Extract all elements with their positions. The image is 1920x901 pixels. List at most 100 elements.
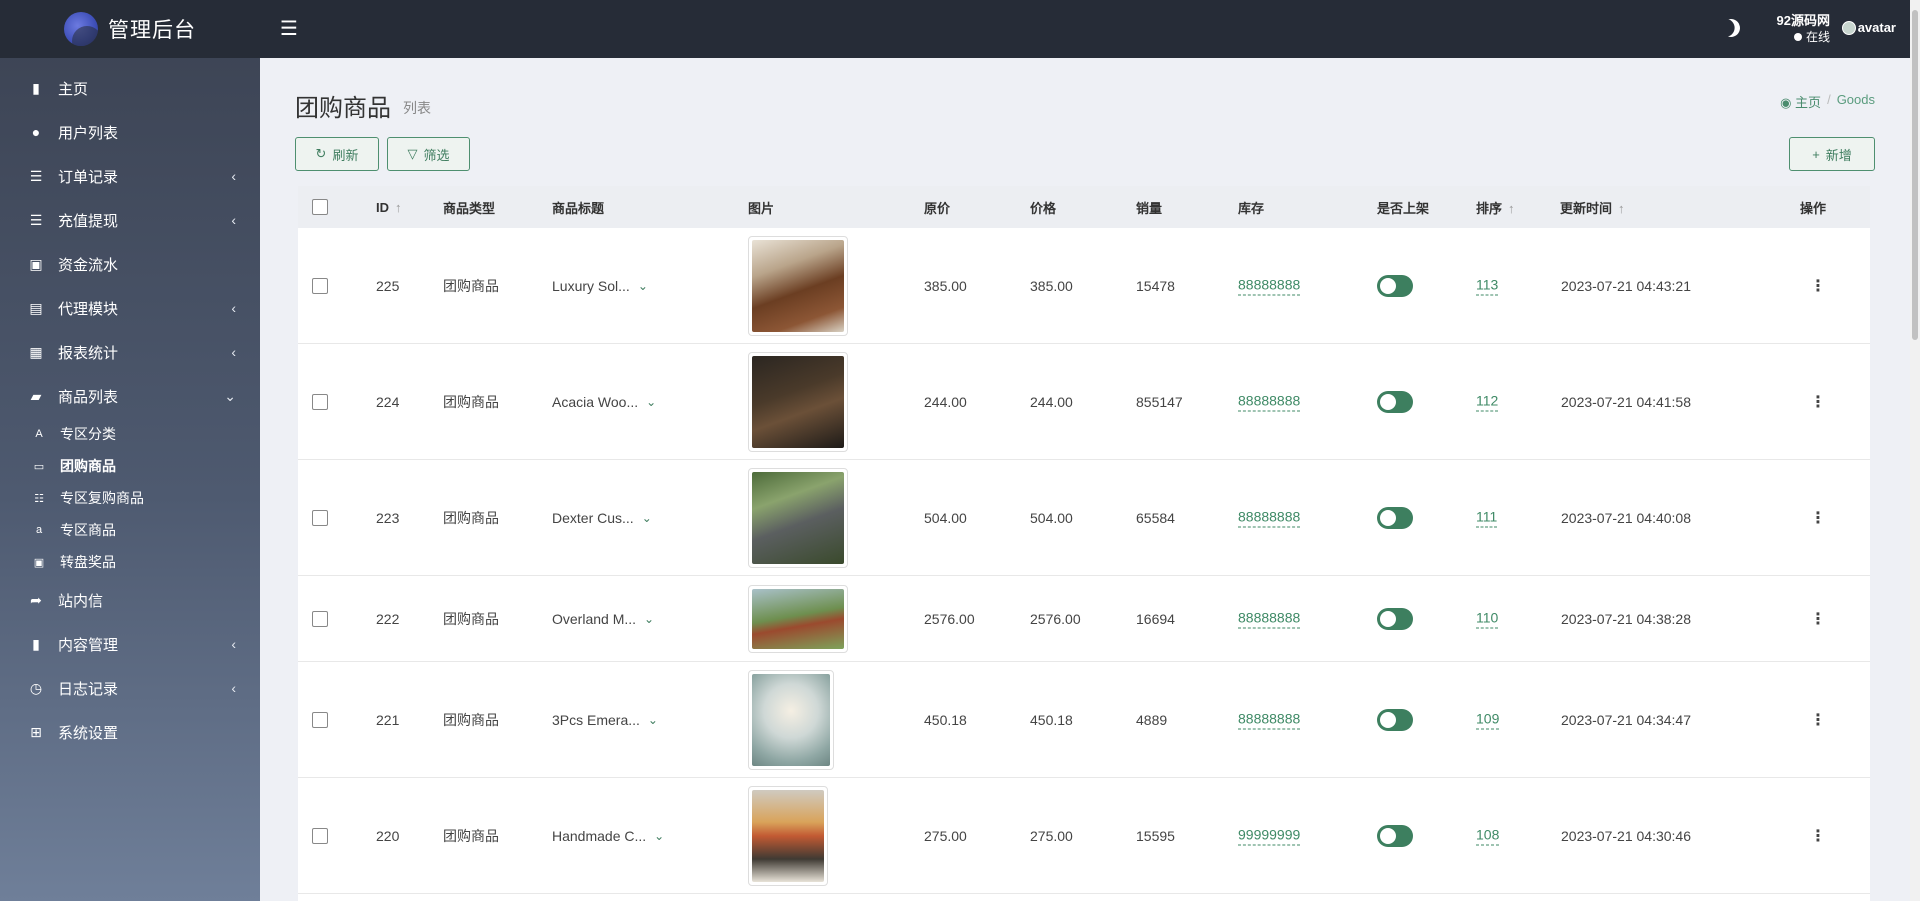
sidebar-item-orders[interactable]: ☰ 订单记录 ‹	[0, 154, 260, 198]
cell-stock[interactable]: 88888888	[1238, 508, 1301, 527]
cell-original-price: 275.00	[924, 827, 967, 844]
chevron-double-down-icon[interactable]: ⌄	[654, 829, 664, 843]
cell-image[interactable]	[748, 785, 828, 886]
sidebar-item-agent[interactable]: ▤ 代理模块 ‹	[0, 286, 260, 330]
row-checkbox[interactable]	[312, 277, 328, 294]
add-button[interactable]: + 新增	[1789, 137, 1875, 171]
cell-image[interactable]	[748, 669, 834, 770]
on-shelf-toggle[interactable]	[1377, 506, 1413, 529]
sidebar-subitem-zone-repurchase[interactable]: ☷ 专区复购商品	[0, 482, 260, 514]
sidebar-subitem-zone-category[interactable]: A 专区分类	[0, 418, 260, 450]
on-shelf-toggle[interactable]	[1377, 824, 1413, 847]
sidebar-subitem-wheel-prizes[interactable]: ▣ 转盘奖品	[0, 546, 260, 578]
cell-image[interactable]	[748, 467, 848, 568]
sidebar-subitem-zone-goods[interactable]: a 专区商品	[0, 514, 260, 546]
select-all-checkbox[interactable]	[312, 199, 328, 215]
cell-image[interactable]	[748, 351, 848, 452]
chevron-left-icon: ‹	[231, 680, 236, 696]
cell-title[interactable]: 3Pcs Emera... ⌄	[552, 712, 658, 728]
cell-title[interactable]: Acacia Woo... ⌄	[552, 394, 656, 410]
sidebar-item-users[interactable]: ● 用户列表	[0, 110, 260, 154]
header-id[interactable]: ID ↑	[376, 200, 402, 215]
cell-title[interactable]: Overland M... ⌄	[552, 611, 654, 627]
on-shelf-toggle[interactable]	[1377, 708, 1413, 731]
cell-sort[interactable]: 110	[1476, 609, 1499, 628]
filter-button[interactable]: ▽ 筛选	[387, 137, 470, 171]
brand[interactable]: 管理后台	[0, 0, 260, 58]
header-updated[interactable]: 更新时间 ↑	[1560, 198, 1625, 217]
cell-sort[interactable]: 113	[1476, 276, 1499, 295]
more-actions-icon[interactable]: ⋮	[1810, 392, 1826, 412]
breadcrumb-home[interactable]: ◉ 主页	[1780, 92, 1821, 111]
sidebar-item-goods[interactable]: ▰ 商品列表 ⌄	[0, 374, 260, 418]
cell-type: 团购商品	[443, 827, 499, 844]
clock-icon: ◷	[29, 679, 43, 696]
avatar[interactable]: avatar	[1841, 20, 1896, 35]
cell-id: 225	[376, 277, 400, 294]
topbar: ☰ 92源码网 在线 avatar	[260, 0, 1920, 901]
sidebar-item-messages[interactable]: ➦ 站内信	[0, 578, 260, 622]
cell-title[interactable]: Handmade C... ⌄	[552, 828, 664, 844]
on-shelf-toggle[interactable]	[1377, 607, 1413, 630]
sidebar-item-recharge[interactable]: ☰ 充值提现 ‹	[0, 198, 260, 242]
chevron-double-down-icon[interactable]: ⌄	[642, 511, 652, 525]
on-shelf-toggle[interactable]	[1377, 390, 1413, 413]
chevron-double-down-icon[interactable]: ⌄	[644, 612, 654, 626]
sidebar-subitem-group-goods[interactable]: ▭ 团购商品	[0, 450, 260, 482]
cell-stock[interactable]: 88888888	[1238, 392, 1301, 411]
sidebar-item-reports[interactable]: ▦ 报表统计 ‹	[0, 330, 260, 374]
more-actions-icon[interactable]: ⋮	[1810, 508, 1826, 528]
font-icon: A	[35, 428, 43, 440]
page-scrollbar[interactable]	[1910, 0, 1920, 901]
more-actions-icon[interactable]: ⋮	[1810, 276, 1826, 296]
money-icon: ▣	[33, 556, 45, 569]
sidebar-item-settings[interactable]: ⊞ 系统设置	[0, 710, 260, 754]
sidebar-item-logs[interactable]: ◷ 日志记录 ‹	[0, 666, 260, 710]
user-info[interactable]: 92源码网 在线	[1777, 12, 1830, 46]
cell-sort[interactable]: 108	[1476, 826, 1500, 845]
cell-id: 223	[376, 509, 400, 526]
more-actions-icon[interactable]: ⋮	[1810, 609, 1826, 629]
header-sort[interactable]: 排序 ↑	[1476, 198, 1515, 217]
cell-title[interactable]: Dexter Cus... ⌄	[552, 510, 652, 526]
header-stock: 库存	[1238, 200, 1265, 216]
refresh-button[interactable]: ↻ 刷新	[295, 137, 379, 171]
header-sales: 销量	[1136, 200, 1163, 216]
cell-stock[interactable]: 88888888	[1238, 710, 1301, 729]
cell-price: 2576.00	[1030, 610, 1081, 627]
row-checkbox[interactable]	[312, 610, 328, 627]
cell-title[interactable]: Luxury Sol... ⌄	[552, 278, 648, 294]
sidebar-item-funds[interactable]: ▣ 资金流水	[0, 242, 260, 286]
cell-sort[interactable]: 111	[1476, 508, 1498, 527]
cell-stock[interactable]: 88888888	[1238, 609, 1301, 628]
on-shelf-toggle[interactable]	[1377, 274, 1413, 297]
cell-stock[interactable]: 88888888	[1238, 276, 1301, 295]
cell-sort[interactable]: 112	[1476, 392, 1499, 411]
hamburger-menu-icon[interactable]: ☰	[280, 16, 298, 41]
cell-image[interactable]	[748, 235, 848, 336]
cell-sort[interactable]: 109	[1476, 710, 1500, 729]
table-row: 222 团购商品 Overland M... ⌄ 2576.00 2576.00 16694…	[298, 576, 1870, 662]
chevron-double-down-icon[interactable]: ⌄	[638, 279, 648, 293]
cell-price: 275.00	[1030, 827, 1073, 844]
row-checkbox[interactable]	[312, 393, 328, 410]
chevron-double-down-icon[interactable]: ⌄	[646, 395, 656, 409]
more-actions-icon[interactable]: ⋮	[1810, 710, 1826, 730]
row-checkbox[interactable]	[312, 711, 328, 728]
chevron-double-down-icon[interactable]: ⌄	[648, 713, 658, 727]
share-icon: ➦	[30, 591, 42, 608]
goods-table: ID ↑ 商品类型 商品标题 图片 原价 价格 销量 库存 是否上架 排序 ↑ 更新…	[298, 186, 1870, 901]
row-checkbox[interactable]	[312, 827, 328, 844]
sidebar-item-content[interactable]: ▮ 内容管理 ‹	[0, 622, 260, 666]
more-actions-icon[interactable]: ⋮	[1810, 826, 1826, 846]
row-checkbox[interactable]	[312, 509, 328, 526]
dark-mode-toggle-icon[interactable]	[1719, 16, 1742, 39]
sidebar-subitem-label: 专区复购商品	[60, 490, 144, 506]
scrollbar-thumb[interactable]	[1912, 10, 1918, 340]
cell-image[interactable]	[748, 584, 848, 653]
cell-id: 222	[376, 610, 400, 627]
sidebar-subitem-label: 团购商品	[60, 458, 116, 474]
sidebar-item-label: 内容管理	[58, 636, 119, 654]
sidebar-item-home[interactable]: ▮ 主页	[0, 66, 260, 110]
cell-stock[interactable]: 99999999	[1238, 826, 1301, 845]
